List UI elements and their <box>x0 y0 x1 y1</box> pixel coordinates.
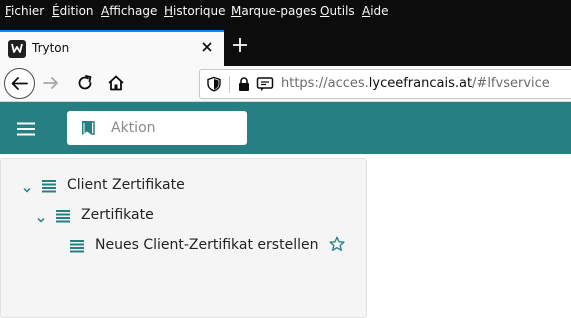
action-search-input[interactable] <box>111 111 241 145</box>
menu-tree-panel: Client Zertifikate Zertifikate Neues Cli… <box>0 158 367 318</box>
tab-strip: Tryton <box>0 24 571 66</box>
tree-item-label: Neues Client-Zertifikat erstellen <box>95 237 319 253</box>
url-text[interactable]: https://acces.lyceefrancais.at/#lfvservi… <box>281 76 550 91</box>
chevron-down-icon[interactable] <box>36 210 46 223</box>
tracking-protection-shield-icon[interactable] <box>206 76 222 92</box>
home-button[interactable] <box>105 72 127 94</box>
menu-aide[interactable]: Aide <box>362 4 389 18</box>
tab-title: Tryton <box>32 41 70 55</box>
tryton-favicon-icon <box>8 40 26 58</box>
menu-bar: Fichier Édition Affichage Historique Mar… <box>0 0 571 24</box>
list-icon <box>42 178 56 193</box>
chevron-down-icon[interactable] <box>22 180 32 193</box>
star-icon[interactable] <box>329 236 345 252</box>
reload-button[interactable] <box>74 72 96 94</box>
list-icon <box>70 238 84 253</box>
tree-item-label: Zertifikate <box>81 207 154 223</box>
bookmark-icon <box>79 119 97 137</box>
url-bar[interactable]: https://acces.lyceefrancais.at/#lfvservi… <box>199 69 571 99</box>
new-tab-icon[interactable] <box>231 36 249 54</box>
tree-item-label: Client Zertifikate <box>67 177 185 193</box>
permissions-icon[interactable] <box>256 76 274 92</box>
app-header <box>0 102 571 154</box>
menu-fichier[interactable]: Fichier <box>5 4 44 18</box>
url-bar-separator <box>229 76 230 93</box>
menu-edition[interactable]: Édition <box>52 4 94 18</box>
tab-tryton[interactable]: Tryton <box>0 30 224 66</box>
lock-icon[interactable] <box>236 76 252 92</box>
back-button[interactable] <box>4 68 35 99</box>
home-icon <box>108 75 124 91</box>
menu-marque-pages[interactable]: Marque-pages <box>231 4 317 18</box>
close-tab-icon[interactable] <box>198 38 216 56</box>
list-icon <box>56 208 70 223</box>
navigation-bar: https://acces.lyceefrancais.at/#lfvservi… <box>0 66 571 102</box>
tree-item-client-zertifikate[interactable]: Client Zertifikate <box>1 174 367 198</box>
menu-historique[interactable]: Historique <box>164 4 226 18</box>
arrow-left-icon <box>11 77 28 90</box>
action-search[interactable] <box>67 111 247 145</box>
menu-affichage[interactable]: Affichage <box>101 4 157 18</box>
menu-outils[interactable]: Outils <box>320 4 355 18</box>
tree-item-zertifikate[interactable]: Zertifikate <box>1 204 367 228</box>
menu-toggle-icon[interactable] <box>16 121 36 136</box>
arrow-right-icon <box>43 77 58 89</box>
forward-button[interactable] <box>40 72 62 94</box>
tree-item-neues-client-zertifikat[interactable]: Neues Client-Zertifikat erstellen <box>1 234 367 258</box>
reload-icon <box>78 75 92 90</box>
